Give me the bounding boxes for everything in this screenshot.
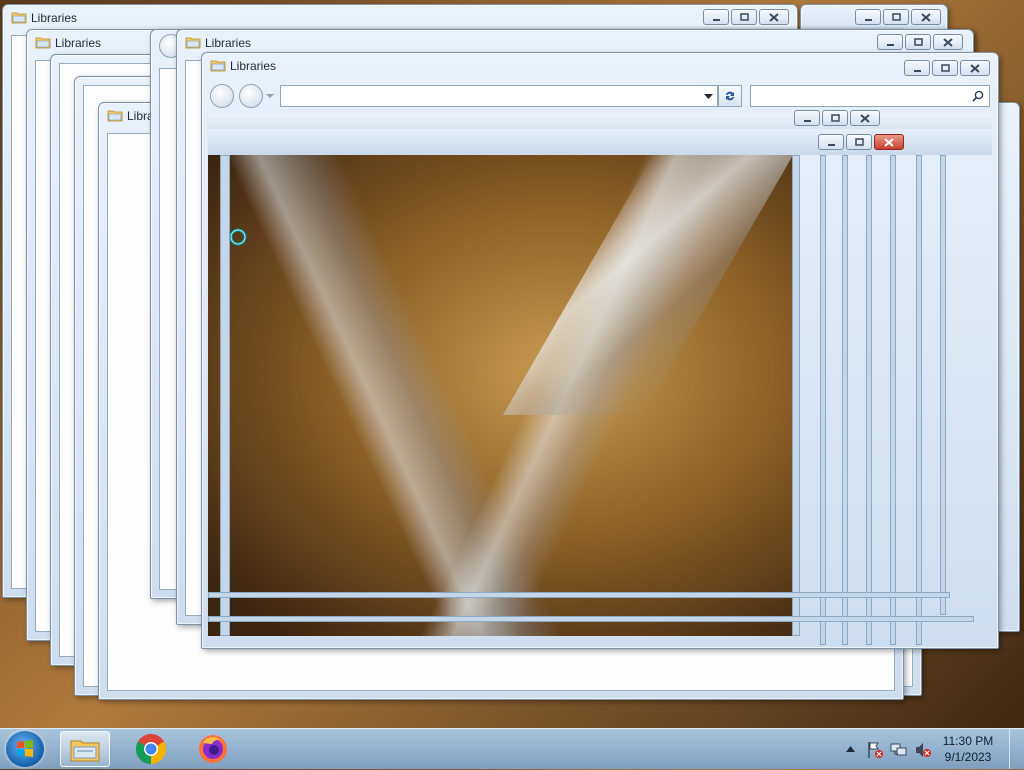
- taskbar-chrome-button[interactable]: [126, 731, 176, 767]
- windows-logo-icon: [17, 740, 33, 757]
- maximize-button[interactable]: [883, 9, 909, 25]
- window-frame-strip: [890, 155, 896, 645]
- inner-window-controls-1: [792, 110, 880, 128]
- folder-icon: [210, 60, 226, 72]
- google-chrome-icon: [135, 734, 167, 764]
- back-button[interactable]: [210, 84, 234, 108]
- windows-explorer-icon: [70, 740, 100, 762]
- address-bar[interactable]: [280, 85, 718, 107]
- maximize-button[interactable]: [731, 9, 757, 25]
- close-button[interactable]: [874, 134, 904, 150]
- inner-window-controls-2: [816, 134, 904, 152]
- recent-pages-chevron-icon[interactable]: [266, 94, 274, 99]
- refresh-button[interactable]: [718, 85, 742, 107]
- action-center-flag-icon[interactable]: [866, 741, 884, 759]
- minimize-button[interactable]: [855, 9, 881, 25]
- close-button[interactable]: [911, 9, 941, 25]
- window-frame-strip: [866, 155, 872, 645]
- folder-icon: [107, 110, 123, 122]
- window-title: Libraries: [31, 11, 78, 25]
- clock-time: 11:30 PM: [942, 734, 994, 748]
- folder-icon: [35, 37, 51, 49]
- search-box[interactable]: [750, 85, 990, 107]
- close-button[interactable]: [933, 34, 963, 50]
- volume-muted-icon[interactable]: [914, 741, 932, 759]
- forward-button[interactable]: [239, 84, 263, 108]
- taskbar-firefox-button[interactable]: [188, 731, 238, 767]
- maximize-button[interactable]: [932, 60, 958, 76]
- show-hidden-icons-chevron-icon[interactable]: [846, 746, 855, 752]
- window-title: Libraries: [205, 36, 252, 50]
- maximize-button[interactable]: [822, 110, 848, 126]
- window-frame-strip: [208, 616, 974, 622]
- close-button[interactable]: [759, 9, 789, 25]
- minimize-button[interactable]: [904, 60, 930, 76]
- window-frame-strip: [916, 155, 922, 645]
- window-title: Libraries: [230, 59, 277, 73]
- window-frame-strip: [792, 155, 800, 636]
- window-frame-strip: [208, 592, 950, 598]
- dropdown-arrow-icon[interactable]: [704, 94, 713, 99]
- title-bar[interactable]: Libraries: [3, 5, 797, 31]
- folder-icon: [11, 12, 27, 24]
- minimize-button[interactable]: [877, 34, 903, 50]
- taskbar: 11:30 PM 9/1/2023: [0, 728, 1024, 769]
- minimize-button[interactable]: [703, 9, 729, 25]
- start-button[interactable]: [6, 731, 44, 767]
- refresh-icon: [726, 91, 734, 101]
- minimize-button[interactable]: [794, 110, 820, 126]
- system-clock[interactable]: 11:30 PM 9/1/2023: [938, 733, 998, 765]
- network-icon[interactable]: [890, 741, 908, 759]
- search-icon[interactable]: [972, 90, 984, 102]
- title-bar[interactable]: Libraries: [202, 53, 998, 79]
- window-frame-strip: [842, 155, 848, 645]
- taskbar-explorer-button[interactable]: [60, 731, 110, 767]
- maximize-button[interactable]: [905, 34, 931, 50]
- clock-date: 9/1/2023: [944, 750, 992, 764]
- maximize-button[interactable]: [846, 134, 872, 150]
- close-button[interactable]: [960, 60, 990, 76]
- window-frame-strip: [820, 155, 826, 645]
- close-button[interactable]: [850, 110, 880, 126]
- minimize-button[interactable]: [818, 134, 844, 150]
- desktop: Libraries Libraries Libraries Libraries: [0, 0, 1024, 728]
- window-title: Libraries: [55, 36, 102, 50]
- window-frame-strip: [940, 155, 946, 615]
- desktop-wallpaper-photo: [208, 155, 792, 636]
- folder-icon: [185, 37, 201, 49]
- busy-cursor-icon: [229, 228, 247, 246]
- firefox-icon: [199, 735, 227, 763]
- show-desktop-button[interactable]: [1009, 729, 1024, 769]
